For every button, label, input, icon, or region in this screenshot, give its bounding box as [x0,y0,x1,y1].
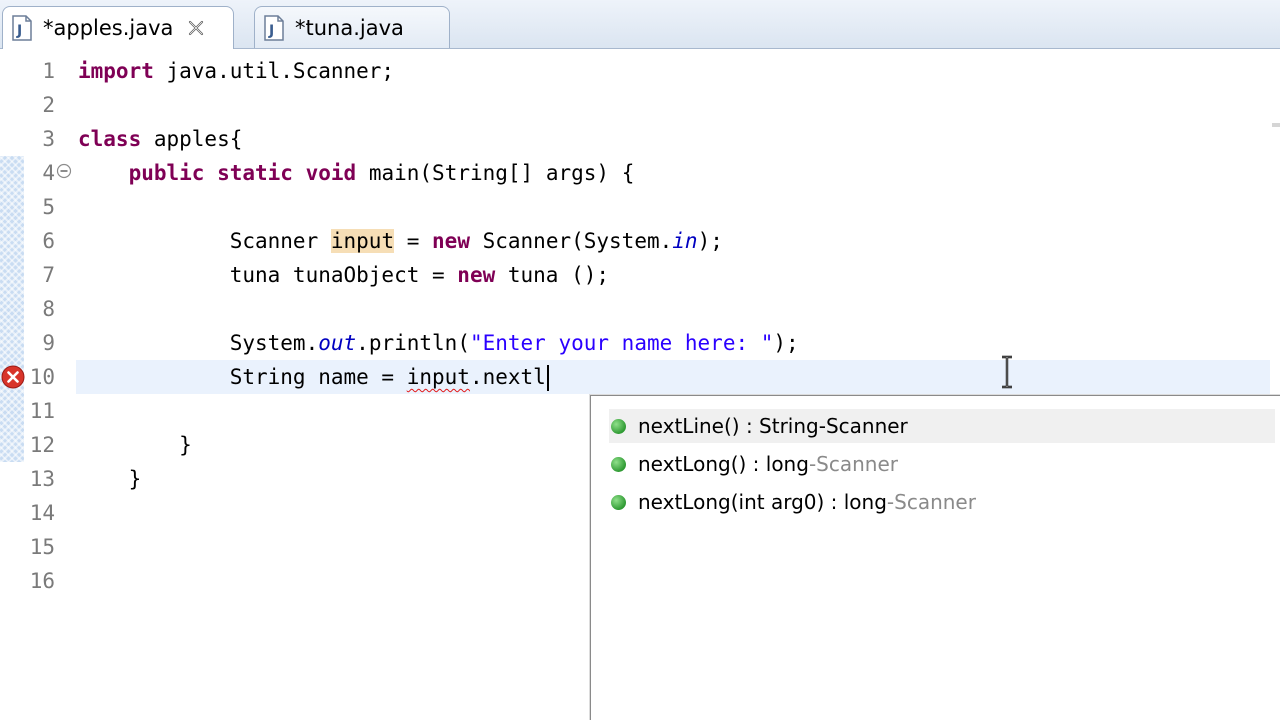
line-number: 12 [29,433,55,457]
code-line-9: System.out.println("Enter your name here… [78,326,799,360]
text-caret [546,365,549,391]
code-text: Scanner [229,229,331,253]
ibeam-cursor-icon [1002,355,1012,389]
line-number: 3 [42,127,55,151]
java-file-icon: J [264,14,284,41]
code-text: .println( [356,331,470,355]
line-number: 5 [42,195,55,219]
editor-tab-bar: J *tuna.java J *apples.java [0,0,1280,49]
proposal-item[interactable]: nextLong() : long - Scanner [609,447,1275,481]
code-line-4: public static void main(String[] args) { [78,156,799,190]
svg-text:J: J [16,23,22,39]
proposal-signature: nextLong(int arg0) : long [638,490,887,514]
line-number: 16 [29,569,55,593]
content-assist-popup[interactable]: nextLine() : String - Scanner nextLong()… [590,395,1280,720]
quick-diff-change-bar [0,156,24,462]
tab-apples-java[interactable]: J *apples.java [2,6,234,49]
code-line-3: class apples{ [78,122,799,156]
line-number: 2 [42,93,55,117]
line-number: 14 [29,501,55,525]
keyword: class [78,127,142,151]
proposal-qualifier: Scanner [894,490,976,514]
proposal-item[interactable]: nextLong(int arg0) : long - Scanner [609,485,1275,519]
vertical-scrollbar[interactable] [1270,49,1280,399]
java-file-icon: J [12,15,32,41]
collapse-icon[interactable] [56,163,72,179]
tab-tuna-java[interactable]: J *tuna.java [254,6,450,48]
close-icon[interactable] [187,19,205,37]
code-text: main(String[] args) { [356,161,635,185]
line-number: 9 [42,331,55,355]
line-number: 6 [42,229,55,253]
code-text: Scanner(System. [469,229,673,253]
line-number: 10 [29,365,55,389]
line-number: 8 [42,297,55,321]
proposal-separator: - [808,452,817,476]
error-icon[interactable] [1,365,25,389]
method-public-icon [611,418,626,434]
method-public-icon [611,494,626,510]
proposal-separator: - [818,414,826,438]
code-line-1: import java.util.Scanner; [78,54,799,88]
code-text: tuna tunaObject = [229,263,458,287]
line-number: 11 [29,399,55,423]
code-text: apples{ [141,127,243,151]
line-number: 7 [42,263,55,287]
line-number: 4 [42,161,55,185]
keyword: import [78,59,154,83]
code-text: ); [697,229,723,253]
occurrence-highlight: input [330,229,395,253]
keyword: new [457,263,496,287]
method-public-icon [611,456,626,472]
code-text: = [394,229,433,253]
code-text: .nextl [469,365,546,389]
keyword: new [432,229,470,253]
line-number-gutter: 1 2 3 4 5 6 7 8 9 10 11 12 13 14 15 16 [25,54,57,598]
static-field: in [672,229,698,253]
code-text: tuna (); [495,263,610,287]
eclipse-editor-window: J *tuna.java J *apples.java 1 2 3 4 5 6 … [0,0,1280,720]
code-line-7: tuna tunaObject = new tuna (); [78,258,799,292]
tab-label: *tuna.java [295,15,404,40]
code-text: java.util.Scanner; [153,59,395,83]
code-text: } [179,433,192,457]
proposal-signature: nextLong() : long [638,452,809,476]
proposal-separator: - [886,490,895,514]
code-text: ); [773,331,799,355]
tab-label: *apples.java [43,16,174,40]
scroll-marker [1272,123,1280,127]
line-number: 15 [29,535,55,559]
line-number: 13 [29,467,55,491]
static-field: out [318,331,357,355]
line-number: 1 [42,59,55,83]
code-text: } [128,467,142,491]
error-squiggle: input [406,365,470,389]
keyword: void [305,161,357,185]
proposal-signature: nextLine() : String [638,414,819,438]
code-line-10: String name = input.nextl [78,360,799,394]
code-text: String name = [229,365,407,389]
svg-text:J: J [268,23,274,39]
proposal-qualifier: Scanner [825,414,908,438]
proposal-qualifier: Scanner [816,452,898,476]
string-literal: "Enter your name here: " [469,331,774,355]
keyword: static [217,161,293,185]
code-text: System. [229,331,319,355]
keyword: public [128,161,205,185]
code-line-6: Scanner input = new Scanner(System.in); [78,224,799,258]
proposal-item[interactable]: nextLine() : String - Scanner [609,409,1275,443]
